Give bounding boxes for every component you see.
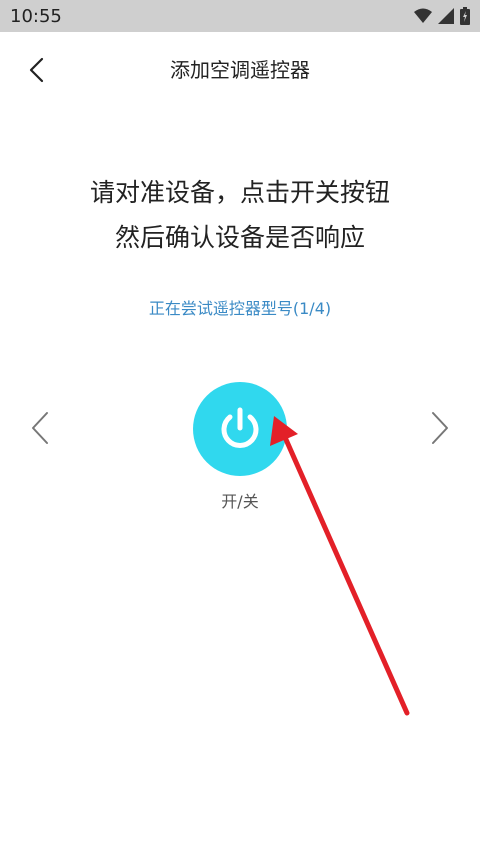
next-model-button[interactable] [422,408,458,448]
status-icons [414,7,470,25]
page-title: 添加空调遥控器 [170,58,310,82]
power-button[interactable] [193,382,287,476]
instruction-line-1: 请对准设备，点击开关按钮 [89,178,390,207]
wifi-icon [414,8,432,23]
power-button-label: 开/关 [221,492,259,511]
chevron-right-icon [432,412,448,444]
trying-model-status: 正在尝试遥控器型号(1/4) [148,299,332,318]
chevron-left-icon [32,412,48,444]
instruction-line-2: 然后确认设备是否响应 [114,223,365,252]
instruction-text: 请对准设备，点击开关按钮 然后确认设备是否响应 [0,170,480,260]
previous-model-button[interactable] [22,408,58,448]
app-bar: 添加空调遥控器 [0,32,480,108]
status-bar: 10:55 [0,0,480,32]
battery-icon [460,7,470,25]
power-icon [221,407,259,448]
signal-icon [438,8,454,24]
status-time: 10:55 [10,6,62,27]
